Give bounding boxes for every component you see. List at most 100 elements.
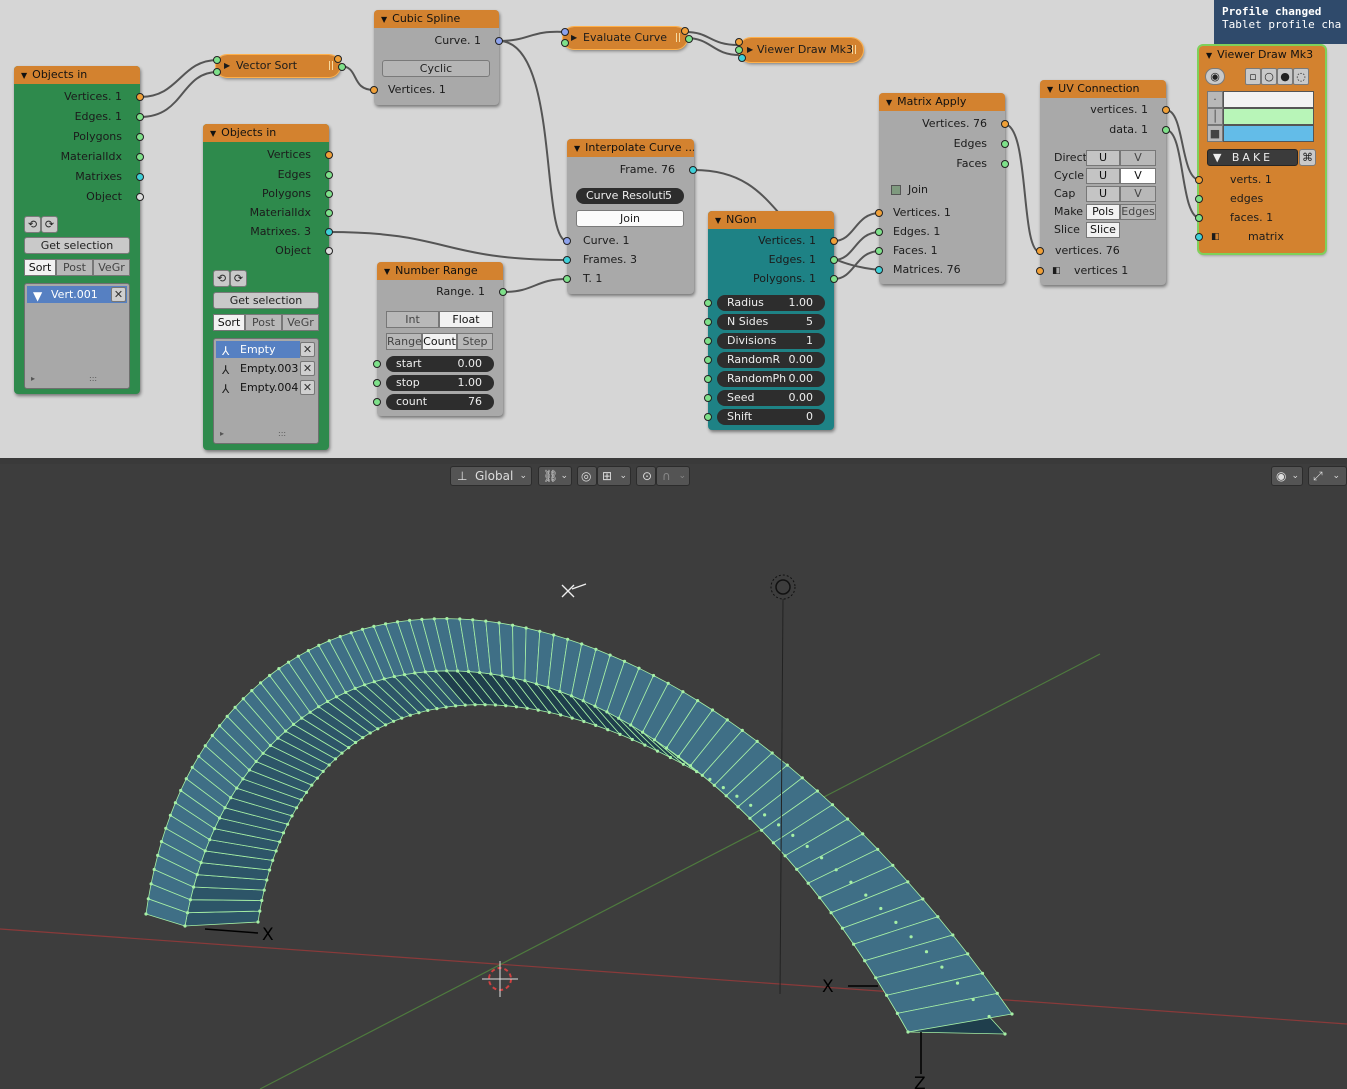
node-interpolate-curve[interactable]: ▼ Interpolate Curve ... Frame. 76 Curve R…	[563, 139, 697, 294]
socket[interactable]	[875, 209, 883, 217]
socket[interactable]	[1195, 195, 1203, 203]
socket[interactable]	[495, 37, 503, 45]
collapse-arrow-icon[interactable]: ▼	[715, 212, 721, 229]
node-matrix-apply[interactable]: ▼ Matrix Apply Vertices. 76 Edges Faces J…	[875, 93, 1009, 284]
socket[interactable]	[875, 228, 883, 236]
sync-icon[interactable]: ⟳	[41, 216, 58, 233]
tab-post[interactable]: Post	[245, 314, 282, 331]
tab-vegr[interactable]: VeGr	[93, 259, 130, 276]
node-objects-in-2[interactable]: ▼ Objects in Vertices Edges Polygons Mate…	[203, 124, 333, 450]
socket[interactable]	[325, 209, 333, 217]
socket[interactable]	[325, 190, 333, 198]
socket[interactable]	[704, 299, 712, 307]
node-viewer-draw-1[interactable]: ▶ Viewer Draw Mk3 ||	[735, 37, 864, 63]
uv-param-option[interactable]: Edges	[1120, 204, 1156, 220]
cyclic-toggle[interactable]: Cyclic	[382, 60, 490, 77]
collapse-arrow-icon[interactable]: ▼	[381, 11, 387, 28]
socket[interactable]	[325, 228, 333, 236]
socket[interactable]	[136, 113, 144, 121]
tab-sort[interactable]: Sort	[24, 259, 56, 276]
collapse-arrow-icon[interactable]: ▼	[886, 94, 892, 111]
node-number-range[interactable]: ▼ Number Range Range. 1 Int Float Range C…	[373, 262, 507, 416]
socket[interactable]	[830, 275, 838, 283]
uv-param-option[interactable]: Slice	[1086, 222, 1120, 238]
get-selection-button[interactable]: Get selection	[213, 292, 319, 309]
socket[interactable]	[704, 375, 712, 383]
node-vector-sort[interactable]: ▶ Vector Sort ||	[213, 54, 346, 78]
socket[interactable]	[213, 56, 221, 64]
kind-step[interactable]: Step	[457, 333, 493, 350]
socket[interactable]	[334, 55, 342, 63]
uv-param-option[interactable]: V	[1120, 186, 1156, 202]
kind-count[interactable]: Count	[422, 333, 457, 350]
transform-orientation-dropdown[interactable]: ⊥ Global ⌄	[450, 466, 532, 486]
start-field[interactable]: start 0.00	[386, 356, 494, 372]
remove-icon[interactable]: ✕	[300, 342, 315, 357]
list-item[interactable]: ⅄ Empty.004	[216, 379, 300, 396]
socket[interactable]	[689, 166, 697, 174]
object-list[interactable]: ▼ Vert.001 ✕ ▸ :::	[24, 283, 130, 389]
resize-handle-icon[interactable]: :::	[278, 427, 286, 441]
visibility-dropdown[interactable]: ◉ ⌄	[1271, 466, 1303, 486]
socket[interactable]	[735, 46, 743, 54]
socket[interactable]	[875, 266, 883, 274]
socket[interactable]	[136, 173, 144, 181]
refresh-icon[interactable]: ⟲	[213, 270, 230, 287]
socket[interactable]	[875, 247, 883, 255]
ngon-param-field[interactable]: Radius 1.00	[717, 295, 825, 311]
socket[interactable]	[325, 151, 333, 159]
socket[interactable]	[1195, 176, 1203, 184]
eye-icon[interactable]: ◉	[1205, 68, 1225, 85]
socket[interactable]	[213, 68, 221, 76]
expand-arrow-icon[interactable]: ▸	[31, 372, 35, 386]
socket[interactable]	[1001, 160, 1009, 168]
collapse-arrow-icon[interactable]: ▼	[21, 67, 27, 84]
socket[interactable]	[1162, 106, 1170, 114]
uv-param-option[interactable]: Pols	[1086, 204, 1120, 220]
socket[interactable]	[704, 318, 712, 326]
ngon-param-field[interactable]: Shift 0	[717, 409, 825, 425]
socket[interactable]	[563, 275, 571, 283]
socket[interactable]	[561, 28, 569, 36]
node-cubic-spline[interactable]: ▼ Cubic Spline Curve. 1 Cyclic Vertices. …	[370, 10, 503, 105]
collapse-arrow-icon[interactable]: ▼	[384, 263, 390, 280]
socket[interactable]	[1036, 247, 1044, 255]
expand-arrow-icon[interactable]: ▶	[571, 31, 577, 45]
ngon-param-field[interactable]: N Sides 5	[717, 314, 825, 330]
remove-icon[interactable]: ✕	[300, 380, 315, 395]
socket[interactable]	[735, 38, 743, 46]
stop-field[interactable]: stop 1.00	[386, 375, 494, 391]
3d-viewport[interactable]: X X Z ⊥ Global ⌄ ⛓ ⌄ ◎ ⊞ ⌄ ⊙ ∩ ⌄ ◉ ⌄ ⤢ ⌄	[0, 464, 1347, 1089]
join-checkbox[interactable]	[891, 185, 901, 195]
socket[interactable]	[685, 35, 693, 43]
join-toggle[interactable]: Join	[576, 210, 684, 227]
socket[interactable]	[738, 54, 746, 62]
socket[interactable]	[1162, 126, 1170, 134]
socket[interactable]	[499, 288, 507, 296]
socket[interactable]	[338, 63, 346, 71]
remove-icon[interactable]: ✕	[300, 361, 315, 376]
edge-color-swatch[interactable]	[1223, 108, 1314, 125]
list-item[interactable]: ⅄ Empty.003	[216, 360, 300, 377]
node-viewer-draw-2[interactable]: ▼ Viewer Draw Mk3 ◉ ▫ ○ ● ◌ · │ ■ ▼ BAKE ⌘…	[1195, 44, 1327, 255]
uv-param-option[interactable]: U	[1086, 186, 1120, 202]
bake-button[interactable]: ▼ BAKE	[1207, 149, 1298, 166]
node-editor[interactable]: ▼ Objects in Vertices. 1 Edges. 1 Polygon…	[0, 0, 1347, 458]
ngon-param-field[interactable]: Seed 0.00	[717, 390, 825, 406]
socket[interactable]	[1195, 214, 1203, 222]
faces-display-icon[interactable]: ●	[1277, 68, 1293, 85]
socket[interactable]	[704, 337, 712, 345]
mode-int[interactable]: Int	[386, 311, 439, 328]
socket[interactable]	[373, 379, 381, 387]
socket[interactable]	[1036, 267, 1044, 275]
socket[interactable]	[370, 86, 378, 94]
resize-handle-icon[interactable]: :::	[89, 372, 97, 386]
edges-display-icon[interactable]: ○	[1261, 68, 1277, 85]
socket[interactable]	[563, 256, 571, 264]
pivot-dropdown[interactable]: ⛓ ⌄	[538, 466, 572, 486]
tab-post[interactable]: Post	[56, 259, 93, 276]
vertices-display-icon[interactable]: ▫	[1245, 68, 1261, 85]
socket[interactable]	[136, 133, 144, 141]
socket[interactable]	[136, 153, 144, 161]
curve-resolution-field[interactable]: Curve Resoluti 5	[576, 188, 684, 204]
